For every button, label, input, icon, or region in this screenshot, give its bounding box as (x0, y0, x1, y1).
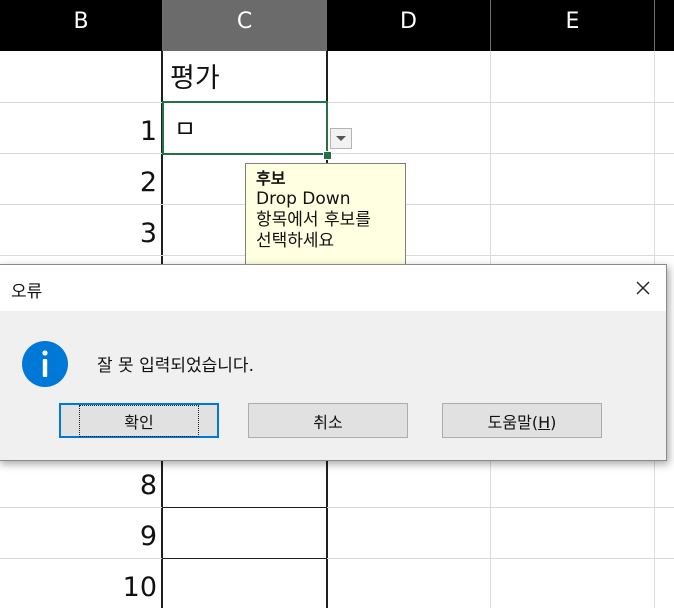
close-button[interactable] (620, 265, 666, 311)
column-label: E (565, 9, 580, 34)
chevron-down-icon (336, 136, 346, 141)
column-header-e[interactable]: E (491, 0, 654, 51)
cell-b-3[interactable]: 3 (0, 206, 157, 257)
cell-b-2[interactable]: 2 (0, 155, 157, 206)
ok-button-label: 확인 (79, 404, 199, 437)
active-cell[interactable]: ㅁ (162, 101, 328, 155)
cancel-button[interactable]: 취소 (248, 403, 408, 438)
column-header-b[interactable]: B (0, 0, 162, 51)
close-icon (636, 281, 650, 295)
dialog-titlebar[interactable]: 오류 (0, 265, 666, 311)
help-button-label: 도움말(H) (488, 409, 557, 433)
cell-b-9[interactable]: 9 (0, 509, 157, 560)
dialog-body: 잘 못 입력되었습니다. 확인 취소 도움말(H) (0, 311, 666, 460)
grid-line (162, 558, 327, 559)
error-dialog: 오류 잘 못 입력되었습니다. 확인 취소 도움말(H) (0, 264, 667, 461)
cell-b-1[interactable]: 1 (0, 104, 157, 155)
cell-c-header[interactable]: 평가 (170, 56, 220, 95)
column-label: C (236, 9, 253, 34)
info-icon (22, 341, 68, 387)
column-label: B (73, 9, 89, 34)
tooltip-line: Drop Down (256, 189, 351, 209)
ok-button[interactable]: 확인 (59, 403, 219, 438)
help-label-prefix: 도움말( (487, 412, 539, 432)
column-separator (162, 0, 163, 51)
cell-b-10[interactable]: 10 (0, 560, 157, 611)
tooltip-line: 항목에서 후보를 (256, 210, 371, 230)
help-label-hotkey: H (538, 412, 551, 432)
cell-b-8[interactable]: 8 (0, 458, 157, 509)
dialog-message: 잘 못 입력되었습니다. (97, 356, 254, 376)
column-label: D (400, 9, 417, 34)
column-separator (654, 0, 655, 51)
active-cell-value: ㅁ (174, 115, 197, 143)
dialog-title: 오류 (11, 282, 43, 302)
input-message-tooltip: 후보 Drop Down 항목에서 후보를 선택하세요 (245, 163, 406, 273)
help-button[interactable]: 도움말(H) (442, 403, 602, 438)
column-separator (326, 0, 327, 51)
column-header-f[interactable] (655, 0, 674, 51)
grid-line (327, 102, 674, 103)
fill-handle[interactable] (323, 151, 332, 160)
grid-line (0, 102, 162, 103)
validation-dropdown-button[interactable] (330, 128, 352, 149)
cancel-button-label: 취소 (313, 412, 343, 432)
grid-line (162, 507, 327, 508)
column-separator (490, 0, 491, 51)
column-header-c[interactable]: C (163, 0, 326, 51)
column-header-d[interactable]: D (327, 0, 490, 51)
tooltip-title: 후보 (256, 169, 286, 188)
help-label-suffix: ) (550, 412, 557, 432)
tooltip-line: 선택하세요 (256, 231, 335, 251)
